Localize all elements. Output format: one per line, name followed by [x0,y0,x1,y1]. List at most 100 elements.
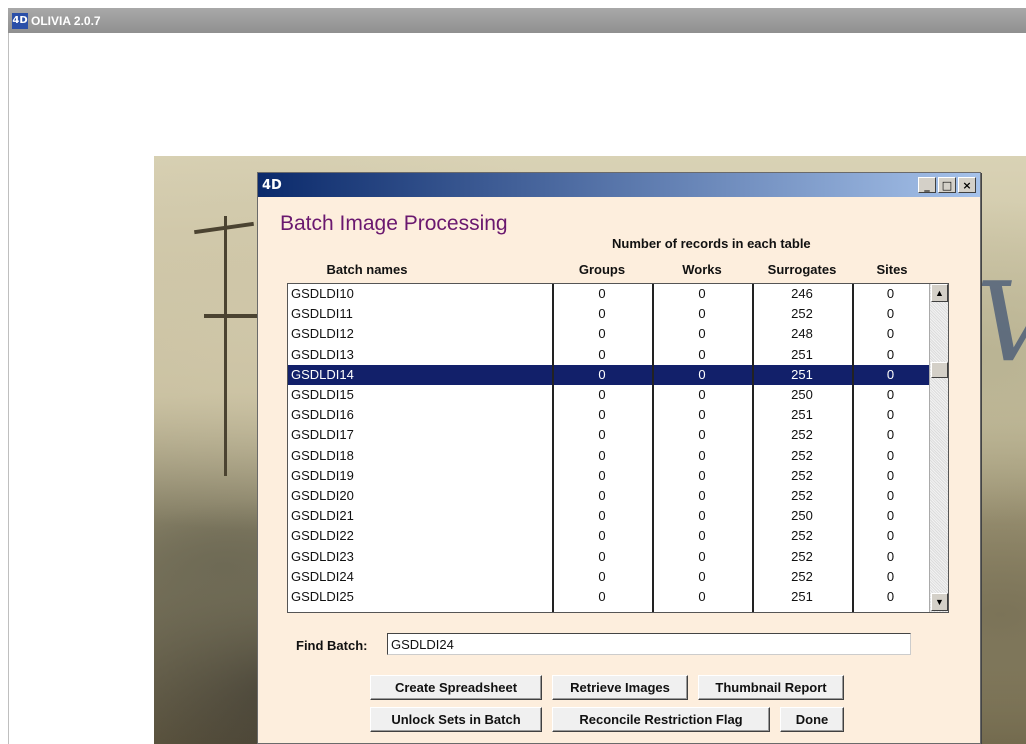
column-header-sites: Sites [876,262,908,277]
backdrop-letter: V [976,258,1026,386]
cell-surrogates: 252 [791,528,813,544]
cell-batch-name: GSDLDI11 [291,306,353,322]
cell-groups: 0 [598,568,606,584]
cell-works: 0 [698,589,706,604]
cell-groups: 0 [598,467,606,483]
cell-batch-name: GSDLDI15 [291,387,354,402]
cell-batch-name: GSDLDI12 [291,326,354,342]
cell-groups: 0 [598,427,606,443]
table-row[interactable]: GSDLDI26002510 [288,607,929,612]
table-row[interactable]: GSDLDI25 0 0 251 0 [288,587,929,607]
cell-batch-name: GSDLDI17 [291,427,354,443]
table-row[interactable]: GSDLDI18 0 0 252 0 [288,446,929,466]
find-batch-label: Find Batch: [296,638,368,653]
cell-batch-name: GSDLDI24 [291,568,354,584]
cell-batch-name: GSDLDI10 [291,286,354,301]
cell-batch-name: GSDLDI13 [291,346,354,362]
cell-batch-name: GSDLDI21 [291,508,354,524]
minimize-button[interactable]: _ [918,177,936,193]
cell-sites: 0 [886,447,895,463]
retrieve-images-button[interactable]: Retrieve Images [552,675,688,700]
cell-surrogates: 251 [791,346,813,362]
maximize-button[interactable]: □ [938,177,956,193]
cell-sites: 0 [886,427,895,443]
cell-sites: 0 [886,467,895,483]
cell-surrogates: 252 [791,467,813,483]
cell-sites: 0 [886,508,895,524]
table-row[interactable]: GSDLDI11 0 0 252 0 [288,304,929,324]
column-header-batch-names: Batch names [326,262,408,277]
cell-groups: 0 [598,589,606,604]
cell-sites: 0 [886,528,895,544]
cell-batch-name: GSDLDI20 [291,488,354,503]
table-row[interactable]: GSDLDI17 0 0 252 0 [288,425,929,445]
cell-surrogates: 250 [791,508,813,524]
table-row[interactable]: GSDLDI13 0 0 251 0 [288,345,929,365]
table-row[interactable]: GSDLDI12 0 0 248 0 [288,324,929,344]
cell-sites: 0 [886,387,895,402]
batch-list[interactable]: GSDLDI10 0 0 246 0 GSDLDI11 0 0 252 0 GSDLDI12 0 0 24… [287,283,949,613]
cell-batch-name: GSDLDI18 [291,447,354,463]
cell-batch-name: GSDLDI25 [291,589,354,604]
scroll-down-icon[interactable]: ▼ [931,593,948,611]
table-row[interactable]: GSDLDI10 0 0 246 0 [288,284,929,304]
cell-surrogates: 250 [791,387,813,402]
reconcile-restriction-flag-button[interactable]: Reconcile Restriction Flag [552,707,770,732]
cell-works: 0 [698,488,706,503]
cell-surrogates: 252 [791,548,813,564]
cell-groups: 0 [598,407,606,423]
cell-surrogates: 252 [791,427,813,443]
scroll-up-icon[interactable]: ▲ [931,284,948,302]
table-row[interactable]: GSDLDI21 0 0 250 0 [288,506,929,526]
done-button[interactable]: Done [780,707,844,732]
table-row[interactable]: GSDLDI22 0 0 252 0 [288,526,929,546]
cell-works: 0 [698,366,706,382]
cell-works: 0 [698,467,706,483]
cell-groups: 0 [598,387,606,402]
batch-image-processing-dialog: 4D _ □ × Batch Image Processing Number o… [257,172,981,744]
unlock-sets-button[interactable]: Unlock Sets in Batch [370,707,542,732]
cell-works: 0 [698,286,706,301]
create-spreadsheet-button[interactable]: Create Spreadsheet [370,675,542,700]
cell-works: 0 [698,346,706,362]
records-subheader: Number of records in each table [612,236,811,251]
4d-logo-icon: 4D [12,12,28,29]
cell-surrogates: 251 [791,589,813,604]
table-row[interactable]: GSDLDI15 0 0 250 0 [288,385,929,405]
cell-batch-name: GSDLDI14 [291,366,354,382]
cell-groups: 0 [598,306,606,322]
table-row[interactable]: GSDLDI19 0 0 252 0 [288,466,929,486]
column-divider [752,284,754,612]
cell-surrogates: 252 [791,447,813,463]
column-header-works: Works [682,262,722,277]
cell-works: 0 [698,306,706,322]
4d-logo-icon: 4D [262,177,282,193]
cell-surrogates: 252 [791,568,813,584]
thumbnail-report-button[interactable]: Thumbnail Report [698,675,844,700]
find-batch-input[interactable] [387,633,911,655]
table-row[interactable]: GSDLDI23 0 0 252 0 [288,547,929,567]
cell-surrogates: 251 [791,407,813,423]
vertical-scrollbar[interactable]: ▲ ▼ [929,284,948,612]
cell-batch-name: GSDLDI22 [291,528,354,544]
cell-sites: 0 [852,607,929,612]
column-divider [552,284,554,612]
cell-works: 0 [652,607,752,612]
dialog-title: Batch Image Processing [280,212,508,235]
cell-works: 0 [698,528,706,544]
table-row[interactable]: GSDLDI20 0 0 252 0 [288,486,929,506]
cell-works: 0 [698,568,706,584]
table-row[interactable]: GSDLDI24 0 0 252 0 [288,567,929,587]
scroll-thumb[interactable] [931,362,948,378]
cell-groups: 0 [598,447,606,463]
cell-sites: 0 [886,589,895,604]
dialog-titlebar[interactable]: 4D _ □ × [258,173,980,197]
cell-surrogates: 246 [791,286,813,301]
table-row[interactable]: GSDLDI16 0 0 251 0 [288,405,929,425]
window-controls: _ □ × [918,177,976,193]
table-row[interactable]: GSDLDI14 0 0 251 0 [288,364,929,385]
close-button[interactable]: × [958,177,976,193]
cell-sites: 0 [886,366,895,382]
cell-batch-name: GSDLDI16 [291,407,354,423]
app-title: OLIVIA 2.0.7 [31,13,101,28]
